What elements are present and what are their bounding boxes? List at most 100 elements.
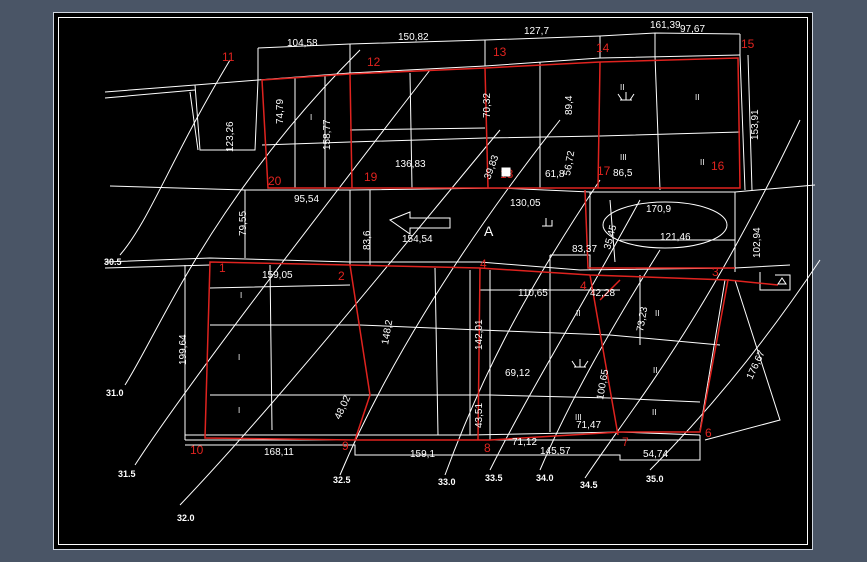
dim-label: 86,5: [613, 168, 633, 179]
dim-label: 61,8: [545, 169, 565, 180]
class-label: III: [620, 153, 627, 162]
point-label: 19: [364, 170, 378, 184]
boundary-lower: [204, 261, 729, 441]
dim-label: 199,64: [178, 334, 189, 365]
dim-label: 35,45: [602, 223, 619, 250]
point-label: 13: [493, 45, 507, 59]
class-label: II: [653, 366, 657, 375]
point-label: 3: [712, 265, 719, 279]
point-label: 9: [342, 439, 349, 453]
dim-label: 110,65: [518, 288, 548, 299]
point-label: 10: [190, 443, 204, 457]
dim-label: 161,39: [650, 20, 681, 31]
grid-top-h: [261, 127, 741, 146]
marsh-icon: [571, 359, 589, 368]
dim-label: 127,7: [524, 26, 549, 37]
dim-label: 39,83: [482, 153, 501, 181]
class-label: II: [620, 83, 624, 92]
contour-label: 33.5: [485, 473, 503, 483]
dim-label: 154,54: [402, 234, 433, 245]
dim-label: 168,11: [264, 447, 294, 458]
dim-label: 74,79: [275, 99, 286, 124]
building-icon: [501, 167, 511, 177]
point-label: 14: [596, 41, 610, 55]
point-label: 12: [367, 55, 381, 69]
dim-label: 89,4: [564, 95, 575, 115]
dim-label: 95,54: [294, 194, 319, 205]
grid-bot-h2: [209, 284, 620, 291]
contour-labels: 30.5 31.0 31.5 32.0 32.5 33.0 33.5 34.0 …: [104, 257, 664, 523]
contour-label: 32.0: [177, 513, 195, 523]
area-label: A: [484, 223, 494, 239]
dim-label: 130,05: [510, 198, 541, 209]
dim-label: 148,2: [380, 319, 395, 346]
class-label: II: [652, 408, 656, 417]
dim-label: 142,01: [474, 319, 485, 350]
class-label: II: [700, 158, 704, 167]
right-slant: [704, 279, 781, 441]
dim-label: 176,67: [745, 349, 768, 382]
road-spine: [349, 190, 371, 265]
right-box: [759, 272, 791, 291]
point-label: 6: [705, 426, 712, 440]
dim-label: 97,67: [680, 24, 705, 35]
class-label: I: [238, 406, 240, 415]
left-lower-frame: [184, 265, 701, 436]
point-label: 11: [222, 50, 235, 64]
dim-label: 121,46: [660, 232, 691, 243]
arrow: [388, 211, 451, 235]
point-label: 20: [268, 174, 282, 188]
dim-label: 123,26: [225, 121, 236, 152]
point-label: 4: [480, 257, 487, 271]
dim-label: 145,57: [540, 446, 571, 457]
contour-label: 35.0: [646, 474, 664, 484]
dim-label: 79,55: [238, 211, 249, 236]
grid-bot-h: [210, 324, 721, 403]
contour-label: 31.0: [106, 388, 124, 398]
contour-label: 31.5: [118, 469, 136, 479]
road-lines: [104, 32, 816, 461]
point-label: 17: [597, 164, 611, 178]
point-label: 16: [711, 159, 725, 173]
sluice-icon: [542, 218, 553, 227]
dim-label: 73,23: [635, 306, 650, 333]
class-label: I: [310, 113, 312, 122]
class-label: II: [576, 309, 580, 318]
point-label: 4: [580, 279, 587, 293]
dim-label: 83,37: [572, 244, 597, 255]
grid-bot-v: [269, 255, 551, 440]
ditch-left2: [189, 91, 199, 151]
contour-label: 30.5: [104, 257, 122, 267]
point-label: 1: [219, 261, 226, 275]
contour-label: 34.0: [536, 473, 554, 483]
dim-label: 70,32: [482, 93, 493, 118]
dim-label: 159,1: [410, 449, 435, 460]
dim-label: 158,77: [322, 119, 333, 150]
class-label: I: [238, 353, 240, 362]
point-label: 2: [338, 269, 345, 283]
dim-label: 48,02: [333, 394, 354, 422]
point-label: 8: [484, 441, 491, 455]
dim-label: 136,83: [395, 159, 426, 170]
point-label: 7: [622, 435, 629, 449]
dim-label: 159,05: [262, 270, 293, 281]
class-label: I: [240, 291, 242, 300]
contour-label: 34.5: [580, 480, 598, 490]
dim-label: 42,28: [590, 288, 615, 299]
dim-label: 83,6: [362, 230, 373, 250]
dim-label: 43,51: [474, 403, 485, 428]
class-label: III: [575, 413, 582, 422]
dim-label: 71,12: [512, 437, 537, 448]
grid-bot-v2: [639, 275, 726, 431]
dim-label: 170,9: [646, 204, 671, 215]
dim-label: 102,94: [752, 227, 763, 258]
contour-label: 32.5: [333, 475, 351, 485]
dim-label: 153,91: [750, 109, 761, 140]
dim-label: 69,12: [505, 368, 530, 379]
marsh-icon: [617, 92, 635, 101]
cad-drawing: 1 2 3 4 4 6 7 8 9 10 11 12 13 14 15 16 1…: [104, 20, 821, 523]
triangle-icon: [777, 277, 787, 285]
land-class-labels: I I I I II II II II II II II III III A: [238, 83, 704, 422]
dimension-labels: 104,58 150,82 127,7 161,39 97,67 74,79 1…: [178, 20, 768, 460]
dim-label: 150,82: [398, 32, 429, 43]
